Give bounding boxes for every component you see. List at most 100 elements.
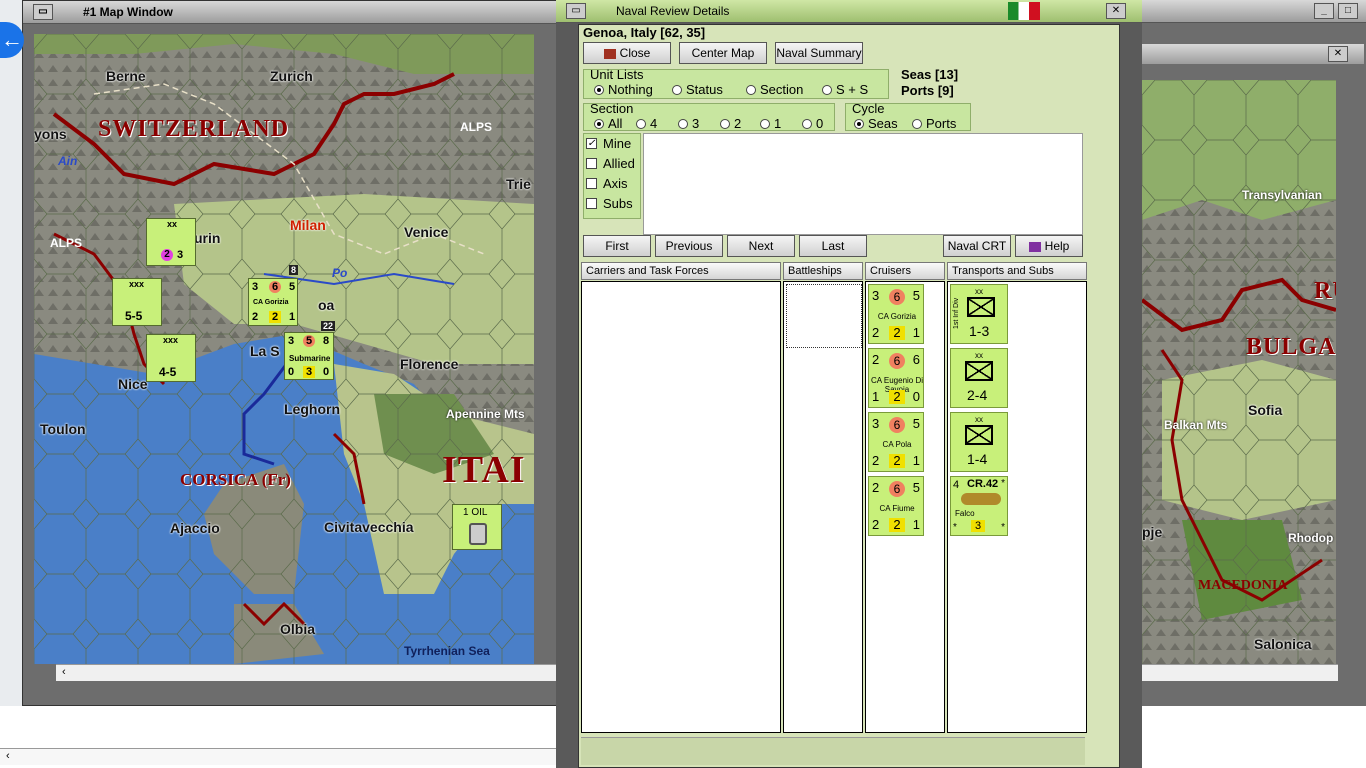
checkbox-subs[interactable]: Subs [586,196,633,211]
label-balkan-mts: Balkan Mts [1164,418,1228,432]
label-civitavecchia: Civitavecchia [324,519,414,535]
column-header-transports: Transports and Subs [947,262,1087,280]
map-unit-counter[interactable]: xxx 4-5 [146,334,196,382]
label-berne: Berne [106,68,146,84]
label-trieste: Trie [506,176,531,192]
radio-section-3[interactable]: 3 [678,116,699,131]
map-unit-counter[interactable]: xx 2 3 [146,218,196,266]
radio-section-4[interactable]: 4 [636,116,657,131]
help-button[interactable]: Help [1015,235,1083,257]
checkbox-mine[interactable]: ✓ Mine [586,136,631,151]
transport-unit-counter[interactable]: xx 1-4 [950,412,1008,472]
transports-list[interactable]: xx 1st Inf Div 1-3 xx 2-4 xx 1-4 4 CR.42… [947,281,1087,733]
label-bulgaria: BULGA [1246,334,1336,360]
carriers-list[interactable] [581,281,781,733]
dialog-footer [581,737,1085,765]
map-canvas[interactable]: SWITZERLAND ITAI CORSICA (Fr) ALPS ALPS … [34,34,534,664]
right-map-scrollbar[interactable] [1142,664,1338,681]
window-menu-icon[interactable]: ▭ [566,3,586,19]
map-naval-counter[interactable]: 8 3 6 5 CA Gorizia 2 2 1 [248,265,299,326]
radio-s-plus-s[interactable]: S + S [822,82,868,97]
label-rhodope: Rhodop [1288,531,1334,545]
cruiser-counter[interactable]: 3 6 5 CA Pola 2 2 1 [868,412,924,472]
cruiser-counter[interactable]: 3 6 5 CA Gorizia 2 2 1 [868,284,924,344]
dialog-body: Genoa, Italy [62, 35] Close Center Map N… [578,24,1120,768]
label-tyrrhenian-sea: Tyrrhenian Sea [404,644,490,658]
dialog-title: Naval Review Details [616,4,730,18]
radio-section[interactable]: Section [746,82,803,97]
radio-section-0[interactable]: 0 [802,116,823,131]
seas-count: Seas [13] [901,67,959,82]
label-turin: urin [194,230,221,246]
checkbox-axis[interactable]: Axis [586,176,628,191]
dialog-titlebar[interactable]: ▭ Naval Review Details ✕ [556,0,1142,23]
label-florence: Florence [400,356,459,372]
infantry-symbol-icon [965,425,993,445]
unit-list-box[interactable] [643,133,1083,235]
radio-section-all[interactable]: All [594,116,622,131]
radio-cycle-ports[interactable]: Ports [912,116,956,131]
close-icon[interactable]: ✕ [1106,3,1126,19]
cycle-group: Cycle Seas Ports [845,101,971,131]
map-window-titlebar[interactable]: ▭ #1 Map Window [23,1,561,24]
label-salonica: Salonica [1254,636,1312,652]
battleships-list[interactable] [783,281,863,733]
label-genoa: oa [318,297,335,313]
right-map-canvas[interactable]: Transylvanian BULGA RU Sofia Balkan Mts … [1142,80,1336,664]
close-icon[interactable]: ✕ [1328,46,1348,62]
label-ain: Ain [58,154,78,168]
label-zurich: Zurich [270,68,313,84]
next-button[interactable]: Next [727,235,795,257]
label-alps-1: ALPS [460,120,493,134]
label-transylvanian: Transylvanian [1242,188,1323,202]
unit-lists-group: Unit Lists Nothing Status Section S + S [583,67,889,99]
label-toulon: Toulon [40,421,86,437]
back-arrow-icon[interactable]: ← [0,22,24,58]
label-skopje: pje [1142,524,1163,540]
maximize-icon[interactable]: □ [1338,3,1358,19]
map-horizontal-scrollbar[interactable]: ‹ [56,664,556,681]
cruiser-counter[interactable]: 2 6 5 CA Fiume 2 2 1 [868,476,924,536]
label-milan: Milan [290,217,326,233]
browser-scrollbar[interactable]: ‹ [0,748,556,765]
window-menu-icon[interactable]: ▭ [33,4,53,20]
unit-lists-title: Unit Lists [590,67,644,82]
transport-unit-counter[interactable]: xx 1st Inf Div 1-3 [950,284,1008,344]
inner-titlebar[interactable]: ✕ [1142,44,1364,64]
help-book-icon [1028,241,1041,252]
radio-section-1[interactable]: 1 [760,116,781,131]
map-naval-counter[interactable]: 22 3 5 8 Submarine 0 3 0 [284,321,336,380]
map-unit-counter[interactable]: xxx 5-5 [112,278,162,326]
checkbox-allied[interactable]: Allied [586,156,635,171]
label-po: Po [332,266,348,280]
column-header-carriers: Carriers and Task Forces [581,262,781,280]
cruisers-list[interactable]: 3 6 5 CA Gorizia 2 2 1 2 6 6 CA Eugenio … [865,281,945,733]
close-button[interactable]: Close [583,42,671,64]
italy-flag-icon [1008,2,1040,20]
label-ajaccio: Ajaccio [170,520,220,536]
radio-nothing[interactable]: Nothing [594,82,653,97]
right-map-titlebar[interactable]: _ □ [1140,0,1366,23]
label-leghorn: Leghorn [284,401,340,417]
center-map-button[interactable]: Center Map [679,42,767,64]
transport-unit-counter[interactable]: xx 2-4 [950,348,1008,408]
radio-status[interactable]: Status [672,82,723,97]
first-button[interactable]: First [583,235,651,257]
aircraft-unit-counter[interactable]: 4 CR.42 * Falco * 3 * [950,476,1008,536]
cycle-title: Cycle [852,101,885,116]
last-button[interactable]: Last [799,235,867,257]
radio-section-2[interactable]: 2 [720,116,741,131]
minimize-icon[interactable]: _ [1314,3,1334,19]
label-italy: ITAI [442,449,526,491]
cruiser-counter[interactable]: 2 6 6 CA Eugenio Di Savoia 1 2 0 [868,348,924,408]
label-switzerland: SWITZERLAND [98,116,290,142]
previous-button[interactable]: Previous [655,235,723,257]
empty-slot [786,284,862,348]
oil-resource-counter[interactable]: 1 OIL [452,504,502,550]
oil-barrel-icon [469,523,487,545]
filter-group: ✓ Mine Allied Axis Subs [583,133,641,219]
naval-crt-button[interactable]: Naval CRT [943,235,1011,257]
label-lyons: yons [34,126,67,142]
radio-cycle-seas[interactable]: Seas [854,116,898,131]
naval-summary-button[interactable]: Naval Summary [775,42,863,64]
